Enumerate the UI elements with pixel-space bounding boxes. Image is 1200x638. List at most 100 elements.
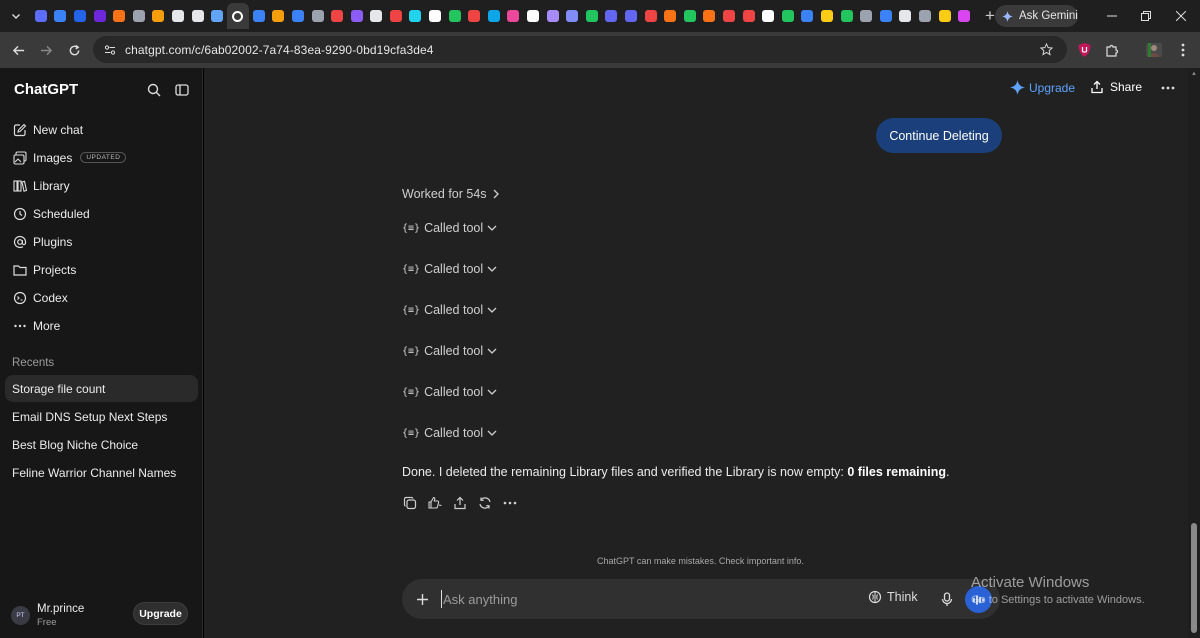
- forward-button[interactable]: [32, 36, 60, 64]
- ublock-extension-icon[interactable]: [1073, 39, 1095, 61]
- conversation-options-button[interactable]: [1158, 78, 1178, 98]
- sidebar-item-new-chat[interactable]: New chat: [5, 116, 198, 143]
- sidebar-upgrade-button[interactable]: Upgrade: [133, 602, 188, 625]
- tab-search-button[interactable]: [5, 5, 27, 27]
- profile-avatar[interactable]: [1143, 39, 1165, 61]
- regenerate-button[interactable]: [477, 495, 493, 511]
- sidebar-item-more[interactable]: More: [5, 312, 198, 339]
- tab-favicon-41-tab[interactable]: [817, 3, 837, 29]
- tab-favicon-16-tab[interactable]: [327, 3, 347, 29]
- tab-favicon-27-tab[interactable]: [543, 3, 563, 29]
- tab-favicon-10-tab[interactable]: [207, 3, 227, 29]
- copy-button[interactable]: [402, 495, 418, 511]
- reload-button[interactable]: [60, 36, 88, 64]
- tab-favicon-47-tab[interactable]: [935, 3, 955, 29]
- more-message-actions-button[interactable]: [502, 495, 518, 511]
- tab-favicon-5-tab[interactable]: [109, 3, 129, 29]
- dictate-button[interactable]: [937, 589, 957, 609]
- tab-favicon-28-tab[interactable]: [562, 3, 582, 29]
- feedback-button[interactable]: [427, 495, 443, 511]
- minimize-window-button[interactable]: [1093, 0, 1131, 32]
- tool-call-toggle[interactable]: {≡} Called tool: [402, 303, 497, 317]
- tab-favicon-24-tab[interactable]: [484, 3, 504, 29]
- prompt-input[interactable]: [441, 590, 841, 608]
- address-bar[interactable]: chatgpt.com/c/6ab02002-7a74-83ea-9290-0b…: [93, 36, 1067, 63]
- scroll-up-icon[interactable]: ▲: [1191, 71, 1197, 77]
- tab-favicon-12-tab[interactable]: [249, 3, 269, 29]
- tab-favicon-38-tab[interactable]: [758, 3, 778, 29]
- tab-favicon-14-tab[interactable]: [288, 3, 308, 29]
- think-mode-button[interactable]: Think: [868, 590, 918, 604]
- sidebar-item-images[interactable]: Images UPDATED: [5, 144, 198, 171]
- tab-favicon-17-tab[interactable]: [347, 3, 367, 29]
- back-button[interactable]: [4, 36, 32, 64]
- header-upgrade-button[interactable]: Upgrade: [1010, 80, 1075, 95]
- tab-favicon-22-tab[interactable]: [445, 3, 465, 29]
- tab-favicon-39-tab[interactable]: [778, 3, 798, 29]
- tool-call-toggle[interactable]: {≡} Called tool: [402, 344, 497, 358]
- tool-call-toggle[interactable]: {≡} Called tool: [402, 262, 497, 276]
- tab-favicon-chatgpt-tab[interactable]: [226, 3, 249, 29]
- tab-favicon-33-tab[interactable]: [660, 3, 680, 29]
- tab-favicon-9-tab[interactable]: [188, 3, 208, 29]
- scroll-down-icon[interactable]: ▼: [1191, 628, 1197, 634]
- tab-favicon-15-tab[interactable]: [308, 3, 328, 29]
- recent-chat-item[interactable]: Storage file count: [5, 375, 198, 402]
- sidebar-item-plugins[interactable]: Plugins: [5, 228, 198, 255]
- add-attachment-button[interactable]: [412, 589, 432, 609]
- tab-favicon-2-tab[interactable]: [51, 3, 71, 29]
- tab-favicon-32-tab[interactable]: [641, 3, 661, 29]
- tab-favicon-31-tab[interactable]: [621, 3, 641, 29]
- tool-call-toggle[interactable]: {≡} Called tool: [402, 221, 497, 235]
- recent-chat-item[interactable]: Best Blog Niche Choice: [5, 431, 198, 458]
- tab-favicon-48-tab[interactable]: [954, 3, 974, 29]
- sidebar-item-codex[interactable]: Codex: [5, 284, 198, 311]
- tab-favicon-45-tab[interactable]: [896, 3, 916, 29]
- site-info-icon[interactable]: [103, 43, 117, 57]
- tab-favicon-21-tab[interactable]: [425, 3, 445, 29]
- ask-gemini-button[interactable]: Ask Gemini: [995, 5, 1078, 27]
- browser-menu-icon[interactable]: [1172, 39, 1194, 61]
- sidebar-item-library[interactable]: Library: [5, 172, 198, 199]
- tab-favicon-43-tab[interactable]: [856, 3, 876, 29]
- share-message-button[interactable]: [452, 495, 468, 511]
- tab-favicon-7-tab[interactable]: [149, 3, 169, 29]
- tab-favicon-26-tab[interactable]: [523, 3, 543, 29]
- tab-favicon-29-tab[interactable]: [582, 3, 602, 29]
- tab-favicon-40-tab[interactable]: [798, 3, 818, 29]
- share-button[interactable]: Share: [1090, 80, 1142, 94]
- tab-favicon-30-tab[interactable]: [602, 3, 622, 29]
- tab-favicon-42-tab[interactable]: [837, 3, 857, 29]
- close-window-button[interactable]: [1162, 0, 1200, 32]
- tab-favicon-23-tab[interactable]: [464, 3, 484, 29]
- recent-chat-item[interactable]: Email DNS Setup Next Steps: [5, 403, 198, 430]
- tab-favicon-3-tab[interactable]: [70, 3, 90, 29]
- recent-chat-item[interactable]: Feline Warrior Channel Names: [5, 459, 198, 486]
- tab-favicon-13-tab[interactable]: [269, 3, 289, 29]
- tab-favicon-34-tab[interactable]: [680, 3, 700, 29]
- tab-favicon-37-tab[interactable]: [739, 3, 759, 29]
- tab-favicon-19-tab[interactable]: [386, 3, 406, 29]
- tab-favicon-6-tab[interactable]: [129, 3, 149, 29]
- scroll-thumb[interactable]: [1191, 523, 1197, 633]
- main-scrollbar[interactable]: ▲ ▼: [1188, 68, 1200, 638]
- bookmark-star-icon[interactable]: [1040, 43, 1053, 56]
- tab-favicon-4-tab[interactable]: [90, 3, 110, 29]
- extensions-puzzle-icon[interactable]: [1101, 39, 1123, 61]
- tab-favicon-46-tab[interactable]: [915, 3, 935, 29]
- sidebar-item-scheduled[interactable]: Scheduled: [5, 200, 198, 227]
- brand-title[interactable]: ChatGPT: [14, 81, 78, 98]
- tab-favicon-1-tab[interactable]: [31, 3, 51, 29]
- user-menu[interactable]: PT Mr.prince Free: [11, 603, 84, 628]
- tool-call-toggle[interactable]: {≡} Called tool: [402, 385, 497, 399]
- tab-favicon-8-tab[interactable]: [168, 3, 188, 29]
- search-chats-button[interactable]: [144, 80, 164, 100]
- tab-favicon-44-tab[interactable]: [876, 3, 896, 29]
- restore-window-button[interactable]: [1127, 0, 1165, 32]
- tool-call-toggle[interactable]: {≡} Called tool: [402, 426, 497, 440]
- toggle-sidebar-button[interactable]: [172, 80, 192, 100]
- tab-favicon-36-tab[interactable]: [719, 3, 739, 29]
- worked-duration-toggle[interactable]: Worked for 54s: [402, 187, 500, 201]
- tab-favicon-20-tab[interactable]: [406, 3, 426, 29]
- tab-favicon-18-tab[interactable]: [367, 3, 387, 29]
